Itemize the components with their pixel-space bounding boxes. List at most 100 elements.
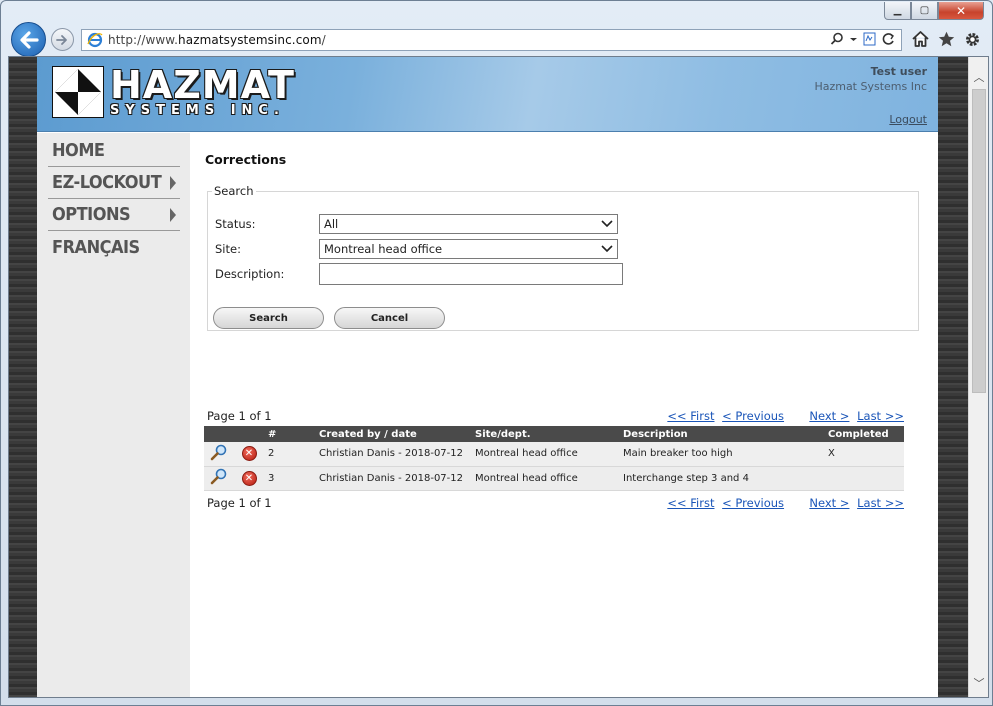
menu-item-label: HOME xyxy=(52,140,105,161)
search-legend: Search xyxy=(214,184,254,198)
ie-page-icon xyxy=(87,32,103,48)
web-page: HAZMAT SYSTEMS INC. Test user Hazmat Sys… xyxy=(37,57,938,697)
cell-number: 2 xyxy=(264,442,315,467)
logo-text: HAZMAT SYSTEMS INC. xyxy=(110,62,295,118)
dropdown-arrow-icon[interactable] xyxy=(850,32,857,46)
page-info: Page 1 of 1 xyxy=(207,496,272,510)
first-page-link[interactable]: << First xyxy=(667,409,714,423)
column-header-site: Site/dept. xyxy=(471,426,619,442)
cell-completed xyxy=(824,466,904,491)
cell-description: Interchange step 3 and 4 xyxy=(619,466,824,491)
previous-page-link[interactable]: < Previous xyxy=(722,496,784,510)
view-column-header xyxy=(204,426,234,442)
cell-description: Main breaker too high xyxy=(619,442,824,467)
company-name: Hazmat Systems Inc xyxy=(814,80,927,93)
search-button[interactable]: Search xyxy=(213,307,324,329)
window-controls: ▁ ▢ ✕ xyxy=(884,2,984,20)
column-header-completed: Completed xyxy=(824,426,904,442)
menu-item-options[interactable]: OPTIONS xyxy=(48,199,180,231)
cell-created: Christian Danis - 2018-07-12 xyxy=(315,442,471,467)
menu-item-label: OPTIONS xyxy=(52,204,131,225)
corrections-table: # Created by / date Site/dept. Descripti… xyxy=(204,426,904,491)
user-info: Test user Hazmat Systems Inc xyxy=(814,64,927,94)
view-cell xyxy=(204,442,234,467)
menu-item-label: FRANÇAIS xyxy=(52,236,140,258)
logout-link[interactable]: Logout xyxy=(889,113,927,126)
site-selected-value: Montreal head office xyxy=(324,242,443,256)
vertical-scrollbar[interactable]: ︿ ﹀ xyxy=(968,57,988,697)
search-panel: Search Status: All Site: Montreal head o… xyxy=(207,184,919,331)
url-text: http://www.hazmatsystemsinc.com/ xyxy=(108,33,326,47)
magnifier-view-icon[interactable] xyxy=(210,444,228,461)
forward-arrow-icon xyxy=(56,34,67,45)
first-page-link[interactable]: << First xyxy=(667,496,714,510)
favorites-star-icon[interactable] xyxy=(937,30,955,48)
next-page-link[interactable]: Next > xyxy=(809,496,849,510)
cancel-button[interactable]: Cancel xyxy=(334,307,445,329)
cell-completed: X xyxy=(824,442,904,467)
magnifier-view-icon[interactable] xyxy=(210,468,228,485)
column-header-created: Created by / date xyxy=(315,426,471,442)
maximize-button[interactable]: ▢ xyxy=(911,2,938,20)
delete-column-header xyxy=(234,426,264,442)
compatibility-view-icon[interactable] xyxy=(863,32,876,46)
address-bar[interactable]: http://www.hazmatsystemsinc.com/ xyxy=(81,29,902,51)
menu-item-home[interactable]: HOME xyxy=(48,135,180,167)
browser-toolbar xyxy=(911,30,981,48)
cell-site: Montreal head office xyxy=(471,442,619,467)
status-label: Status: xyxy=(215,217,256,231)
search-icon[interactable] xyxy=(830,32,844,46)
table-row: ✕ 2 Christian Danis - 2018-07-12 Montrea… xyxy=(204,442,904,467)
description-input[interactable] xyxy=(319,263,623,285)
forward-button[interactable] xyxy=(51,28,74,51)
column-header-number: # xyxy=(264,426,315,442)
delete-cell: ✕ xyxy=(234,466,264,491)
sidebar: HOME EZ-LOCKOUT OPTIONS FRANÇAIS xyxy=(37,133,190,697)
menu-item-ez-lockout[interactable]: EZ-LOCKOUT xyxy=(48,167,180,199)
settings-gear-icon[interactable] xyxy=(963,30,981,48)
description-label: Description: xyxy=(215,267,285,281)
delete-icon[interactable]: ✕ xyxy=(241,470,257,486)
scroll-thumb[interactable] xyxy=(972,89,986,393)
back-button[interactable] xyxy=(11,22,46,57)
site-header: HAZMAT SYSTEMS INC. Test user Hazmat Sys… xyxy=(37,57,938,132)
delete-icon[interactable]: ✕ xyxy=(241,446,257,462)
site-select[interactable]: Montreal head office xyxy=(319,239,618,259)
page-info: Page 1 of 1 xyxy=(207,409,272,423)
status-select[interactable]: All xyxy=(319,214,618,234)
submenu-arrow-icon xyxy=(170,207,176,222)
user-name: Test user xyxy=(870,65,927,78)
minimize-button[interactable]: ▁ xyxy=(884,2,911,20)
table-header-row: # Created by / date Site/dept. Descripti… xyxy=(204,426,904,442)
hazmat-diamond-logo-icon xyxy=(52,66,104,118)
background-texture-right xyxy=(938,57,968,697)
status-selected-value: All xyxy=(324,217,339,231)
chevron-down-icon xyxy=(601,220,613,228)
cell-number: 3 xyxy=(264,466,315,491)
refresh-icon[interactable] xyxy=(882,32,895,46)
description-row: Description: xyxy=(215,263,623,285)
last-page-link[interactable]: Last >> xyxy=(857,409,904,423)
hazmat-logo[interactable]: HAZMAT SYSTEMS INC. xyxy=(52,66,295,118)
site-row: Site: Montreal head office xyxy=(215,239,618,259)
next-page-link[interactable]: Next > xyxy=(809,409,849,423)
page-viewport: HAZMAT SYSTEMS INC. Test user Hazmat Sys… xyxy=(8,56,989,698)
menu-item-francais[interactable]: FRANÇAIS xyxy=(48,231,180,263)
scroll-down-icon[interactable]: ﹀ xyxy=(972,675,986,690)
background-texture-left xyxy=(9,57,37,697)
view-cell xyxy=(204,466,234,491)
scroll-up-icon[interactable]: ︿ xyxy=(972,69,986,84)
table-row: ✕ 3 Christian Danis - 2018-07-12 Montrea… xyxy=(204,466,904,491)
close-button[interactable]: ✕ xyxy=(938,2,984,20)
previous-page-link[interactable]: < Previous xyxy=(722,409,784,423)
page-title: Corrections xyxy=(205,152,287,167)
site-label: Site: xyxy=(215,242,241,256)
chevron-down-icon xyxy=(601,245,613,253)
home-icon[interactable] xyxy=(911,30,929,48)
logo-title: HAZMAT xyxy=(110,62,295,107)
cell-site: Montreal head office xyxy=(471,466,619,491)
last-page-link[interactable]: Last >> xyxy=(857,496,904,510)
menu-item-label: EZ-LOCKOUT xyxy=(52,172,162,193)
main-menu: HOME EZ-LOCKOUT OPTIONS FRANÇAIS xyxy=(48,135,180,263)
cell-created: Christian Danis - 2018-07-12 xyxy=(315,466,471,491)
